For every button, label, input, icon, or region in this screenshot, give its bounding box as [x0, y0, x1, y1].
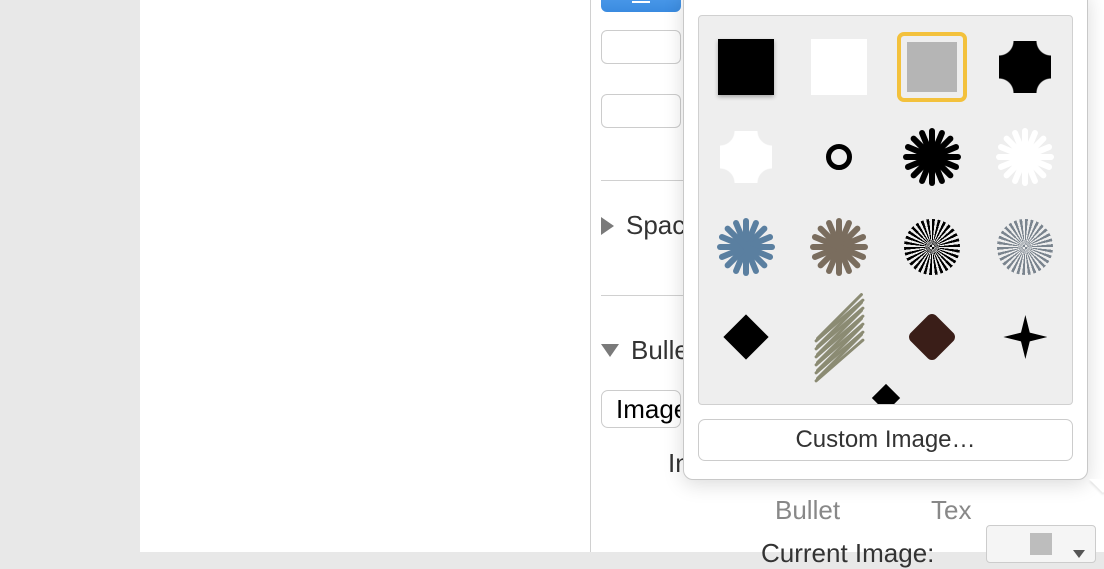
- black-diamond-icon: [723, 314, 768, 359]
- chevron-right-icon: [601, 217, 614, 235]
- bullets-label: Bulle: [631, 335, 689, 366]
- black-square-icon: [718, 39, 774, 95]
- brown-diamond-icon: [907, 312, 958, 363]
- bullet-option-black-square[interactable]: [715, 36, 777, 98]
- bullet-option-gray-square[interactable]: [901, 36, 963, 98]
- bullet-option-four-point-star[interactable]: [994, 306, 1056, 368]
- bullet-option-black-sunburst[interactable]: [901, 216, 963, 278]
- bullet-image-popover: Custom Image…: [683, 0, 1088, 480]
- bullet-option-circle-outline[interactable]: [808, 126, 870, 188]
- black-sunburst-icon: [904, 219, 960, 275]
- current-image-dropdown[interactable]: [986, 525, 1096, 563]
- custom-image-button[interactable]: Custom Image…: [698, 419, 1073, 461]
- bullet-option-gray-sunburst[interactable]: [994, 216, 1056, 278]
- blue-burst-icon: [717, 218, 775, 276]
- bullet-option-black-burst[interactable]: [901, 126, 963, 188]
- spacing-label: Spac: [626, 210, 685, 241]
- bullet-option-black-squircle[interactable]: [994, 36, 1056, 98]
- inspector-panel: Spac Bulle Image In Bullet Tex Current I…: [590, 0, 1104, 552]
- bullet-option-blue-burst[interactable]: [715, 216, 777, 278]
- bullet-grid-container: [698, 15, 1073, 405]
- bullets-section-header[interactable]: Bulle: [601, 335, 689, 366]
- gray-square-icon: [907, 42, 957, 92]
- text-input-1[interactable]: [601, 30, 681, 64]
- chevron-down-icon: [601, 344, 619, 357]
- spacing-section-header[interactable]: Spac: [601, 210, 685, 241]
- bullet-option-white-burst[interactable]: [994, 126, 1056, 188]
- bullet-type-dropdown[interactable]: Image: [601, 390, 681, 428]
- dropdown-arrow-icon: [1073, 550, 1085, 558]
- white-square-icon: [811, 39, 867, 95]
- align-left-button[interactable]: [601, 0, 681, 12]
- scribble-diamond-icon: [813, 311, 865, 363]
- four-point-star-icon: [1003, 315, 1047, 359]
- bullet-option-white-square[interactable]: [808, 36, 870, 98]
- bullet-option-white-squircle[interactable]: [715, 126, 777, 188]
- gray-sunburst-icon: [997, 219, 1053, 275]
- bullet-type-value: Image: [616, 394, 681, 425]
- bullet-option-scribble-diamond[interactable]: [808, 306, 870, 368]
- diamond-peek-icon: [871, 384, 899, 405]
- document-page[interactable]: [140, 0, 590, 552]
- text-input-2[interactable]: [601, 94, 681, 128]
- bullet-option-black-diamond[interactable]: [715, 306, 777, 368]
- custom-image-label: Custom Image…: [795, 426, 975, 454]
- current-image-label: Current Image:: [761, 538, 934, 569]
- bullet-option-brown-diamond[interactable]: [901, 306, 963, 368]
- white-squircle-icon: [720, 131, 772, 183]
- popover-tail: [1089, 479, 1104, 493]
- bullet-column-label: Bullet: [775, 495, 840, 526]
- white-burst-icon: [996, 128, 1054, 186]
- circle-outline-icon: [826, 144, 852, 170]
- canvas-area: [0, 0, 140, 552]
- black-burst-icon: [903, 128, 961, 186]
- black-squircle-icon: [999, 41, 1051, 93]
- text-column-label: Tex: [931, 495, 971, 526]
- bullet-option-brown-burst[interactable]: [808, 216, 870, 278]
- brown-burst-icon: [810, 218, 868, 276]
